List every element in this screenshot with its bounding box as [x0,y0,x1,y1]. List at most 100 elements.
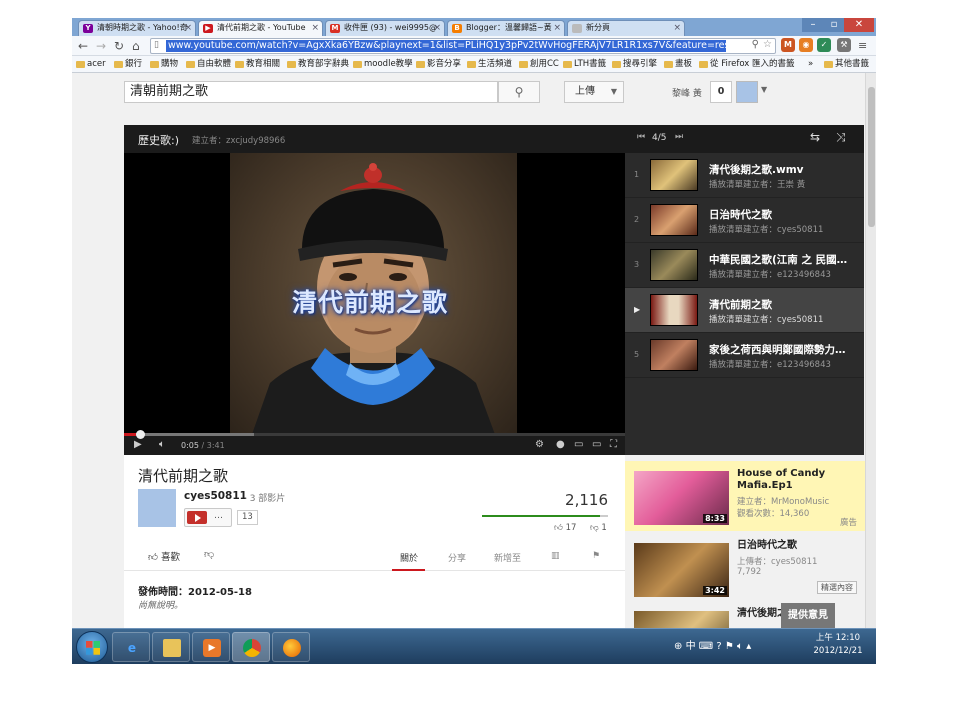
bookmark-folder[interactable]: 搜尋引擎 [612,58,657,71]
bookmark-folder[interactable]: 畫板 [664,58,692,71]
bookmark-folder[interactable]: 其他書籤 [824,58,869,71]
tab-blogger[interactable]: B Blogger：溫馨歸語~黃 × [447,20,565,36]
bookmark-folder[interactable]: 教育相關 [235,58,280,71]
avatar[interactable] [138,489,176,527]
playlist-item[interactable]: 5 家後之荷西與明鄭國際勢力… 播放清單建立者：e123496843 [625,333,864,378]
folder-icon [287,61,296,68]
more-bookmarks-icon[interactable]: » [808,58,813,71]
network-icon[interactable]: ⚑ [725,641,734,652]
maximize-icon[interactable]: ▫ [824,18,844,32]
close-icon[interactable]: × [311,21,319,35]
fullscreen-icon[interactable]: ⛶ [610,439,617,451]
volume-icon[interactable]: 🔈︎ [737,641,743,652]
bookmark-folder[interactable]: moodle教學 [353,58,413,71]
related-video-ad[interactable]: 8:33 House of Candy Mafia.Ep1 建立者：MrMono… [625,461,865,531]
bookmark-folder[interactable]: 影音分享 [416,58,461,71]
bookmark-folder[interactable]: acer [76,58,106,71]
avatar[interactable] [736,81,758,103]
close-icon[interactable]: × [553,21,561,35]
dislike-button[interactable]: 👎︎ [204,548,214,560]
show-hidden-icon[interactable]: ▴ [746,641,751,652]
taskbar-media[interactable]: ▶ [192,632,230,662]
volume-icon[interactable]: 🔈︎ [159,439,165,451]
close-icon[interactable]: × [433,21,441,35]
settings-icon[interactable]: ⚙ [535,439,544,451]
input-language[interactable]: 中 [686,641,696,652]
input-method-icon[interactable]: ⊕ [674,641,682,652]
report-icon[interactable]: ⚑ [592,551,600,561]
chevron-down-icon[interactable]: ▼ [761,85,767,94]
playlist-item[interactable]: 2 日治時代之歌 播放清單建立者：cyes50811 [625,198,864,243]
address-bar[interactable]: ▯ www.youtube.com/watch?v=AgxXka6YBzw&pl… [150,38,776,54]
bookmark-folder[interactable]: LTH書籤 [563,58,606,71]
scrollbar-thumb[interactable] [868,87,875,227]
bookmark-folder[interactable]: 從 Firefox 匯入的書籤 [699,58,795,71]
taskbar-firefox[interactable] [272,632,310,662]
forward-icon[interactable]: → [96,38,106,54]
progress-bar[interactable] [124,430,625,439]
play-icon[interactable]: ▶ [134,439,142,451]
username[interactable]: 黎峰 黃 [672,86,702,99]
extension-icon[interactable]: M [781,38,795,52]
zoom-icon[interactable]: ⚲ [752,39,759,50]
tab-add-to[interactable]: 新增至 [494,551,521,564]
close-icon[interactable]: × [673,21,681,35]
scrubber-handle[interactable] [135,430,145,439]
next-icon[interactable]: ⏭ [675,132,683,142]
taskbar-explorer[interactable] [152,632,190,662]
subscribe-button[interactable]: … [184,508,232,527]
start-button[interactable] [76,631,108,663]
bookmark-folder[interactable]: 教育部字辭典 [287,58,349,71]
tab-newtab[interactable]: 新分頁 × [567,20,685,36]
annotations-icon[interactable]: ● [556,439,565,451]
bookmark-folder[interactable]: 購物 [150,58,178,71]
star-icon[interactable]: ☆ [763,39,772,50]
playlist-item[interactable]: 3 中華民國之歌(江南 之 民國… 播放清單建立者：e123496843 [625,243,864,288]
video-frame: 清代前期之歌 [230,153,517,440]
close-icon[interactable]: × [184,21,192,35]
keyboard-icon[interactable]: ⌨︎ [699,641,713,652]
tab-about[interactable]: 關於 [400,551,418,564]
menu-icon[interactable]: ≡ [858,38,867,54]
home-icon[interactable]: ⌂ [132,38,140,54]
taskbar-chrome[interactable] [232,632,270,662]
like-button[interactable]: 👍︎ 喜歡 [148,549,180,563]
minimize-icon[interactable]: – [802,18,824,32]
clock[interactable]: 上午 12:10 2012/12/21 [812,632,864,658]
small-player-icon[interactable]: ▭ [574,439,583,451]
feedback-button[interactable]: 提供意見 [781,603,835,628]
scrollbar[interactable] [865,73,876,628]
bookmark-folder[interactable]: 創用CC [519,58,559,71]
playlist-title[interactable]: 歷史歌:) [138,132,179,148]
extension-icon[interactable]: ✓ [817,38,831,52]
shuffle-icon[interactable]: ⤨ [836,130,846,145]
playlist-item-current[interactable]: ▶ 清代前期之歌 播放清單建立者：cyes50811 [625,288,864,333]
bookmark-folder[interactable]: 生活頻道 [467,58,512,71]
back-icon[interactable]: ← [78,38,88,54]
channel-name[interactable]: cyes50811 [184,490,247,502]
previous-icon[interactable]: ⏮ [637,132,645,142]
video-player[interactable]: 清代前期之歌 ▶ 🔈︎ 0:05 / 3:41 ⚙ ● ▭ ▭ ⛶ [124,153,625,455]
search-input[interactable]: 清朝前期之歌 [124,81,498,103]
search-button[interactable]: ⚲ [498,81,540,103]
stats-icon[interactable]: ▥ [551,551,560,561]
related-video[interactable]: 3:42 日治時代之歌 上傳者：cyes50811 7,792 精選內容 [625,533,865,603]
playlist-item[interactable]: 1 清代後期之歌.wmv 播放清單建立者：王崇 黃 [625,153,864,198]
tab-yahoo[interactable]: Y 清朝時期之歌 - Yahoo!奇 × [78,20,196,36]
tab-share[interactable]: 分享 [448,551,466,564]
large-player-icon[interactable]: ▭ [592,439,601,451]
tab-youtube[interactable]: ▶ 清代前期之歌 - YouTube × [198,20,323,36]
reload-icon[interactable]: ↻ [114,38,124,54]
extension-icon[interactable]: ◉ [799,38,813,52]
bookmark-folder[interactable]: 自由軟體 [186,58,231,71]
upload-button[interactable]: 上傳 ▼ [564,81,624,103]
help-icon[interactable]: ? [716,641,721,652]
loop-icon[interactable]: ⇆ [810,130,820,144]
taskbar-ie[interactable]: e [112,632,150,662]
bookmark-folder[interactable]: 銀行 [114,58,142,71]
channel-video-count[interactable]: · 3 部影片 [244,491,285,504]
notification-count[interactable]: 0 [710,81,732,103]
tab-gmail[interactable]: M 收件匣 (93) - wei9995@ × [325,20,445,36]
extension-icon[interactable]: ⚒ [837,38,851,52]
close-window-icon[interactable]: ✕ [844,18,874,32]
